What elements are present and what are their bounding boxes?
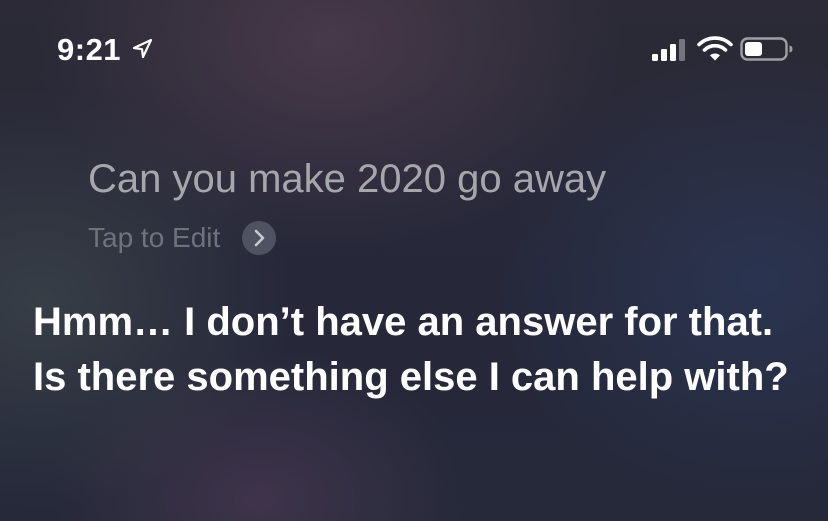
tap-to-edit-label: Tap to Edit — [88, 222, 221, 253]
chevron-right-icon[interactable] — [242, 221, 277, 255]
cellular-signal-icon — [652, 39, 685, 61]
location-arrow-icon — [132, 38, 153, 59]
siri-response-text: Hmm… I don’t have an answer for that. Is… — [33, 300, 789, 399]
wifi-icon — [697, 36, 733, 61]
battery-icon — [740, 37, 793, 61]
tap-to-edit-button[interactable]: Tap to Edit — [88, 220, 277, 256]
siri-query-text: Can you make 2020 go away — [88, 157, 607, 201]
siri-screen: 9:21 Can you make 2020 go away Tap to Ed… — [0, 0, 828, 521]
status-time: 9:21 — [57, 32, 122, 67]
